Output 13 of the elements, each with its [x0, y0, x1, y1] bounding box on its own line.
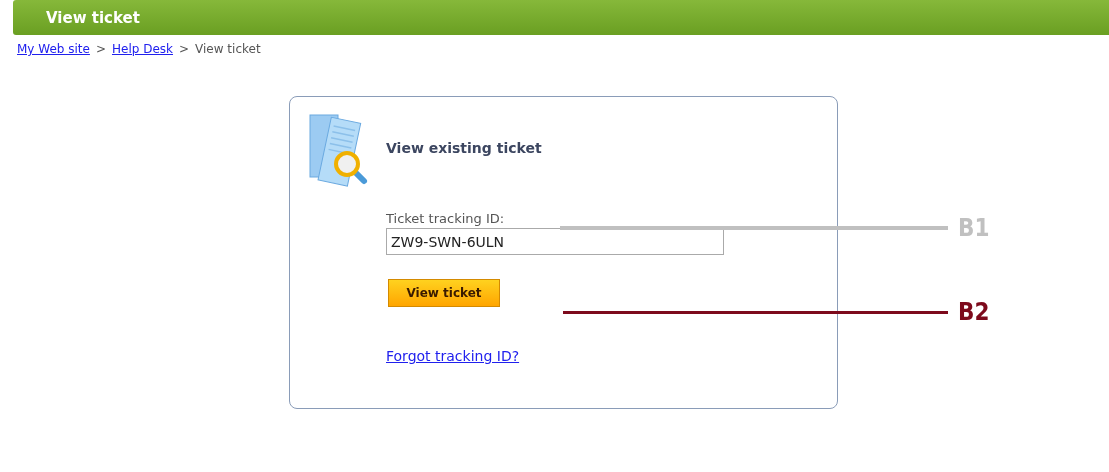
- field-label: Ticket tracking ID:: [386, 211, 505, 226]
- breadcrumb-link[interactable]: Help Desk: [112, 42, 173, 56]
- view-ticket-button[interactable]: View ticket: [388, 279, 500, 307]
- breadcrumb-current: View ticket: [195, 42, 261, 56]
- forgot-id-link[interactable]: Forgot tracking ID?: [386, 348, 520, 364]
- breadcrumb-separator: >: [179, 42, 190, 56]
- card-title: View existing ticket: [386, 140, 542, 156]
- breadcrumb-separator: >: [95, 42, 106, 56]
- annotation-label: B1: [958, 214, 990, 242]
- tracking-id-field[interactable]: ZW9-SWN-6ULN: [386, 228, 724, 255]
- annotation-label: B2: [958, 298, 990, 326]
- breadcrumb-link[interactable]: My Web site: [17, 42, 90, 56]
- page-title: View ticket: [46, 8, 140, 27]
